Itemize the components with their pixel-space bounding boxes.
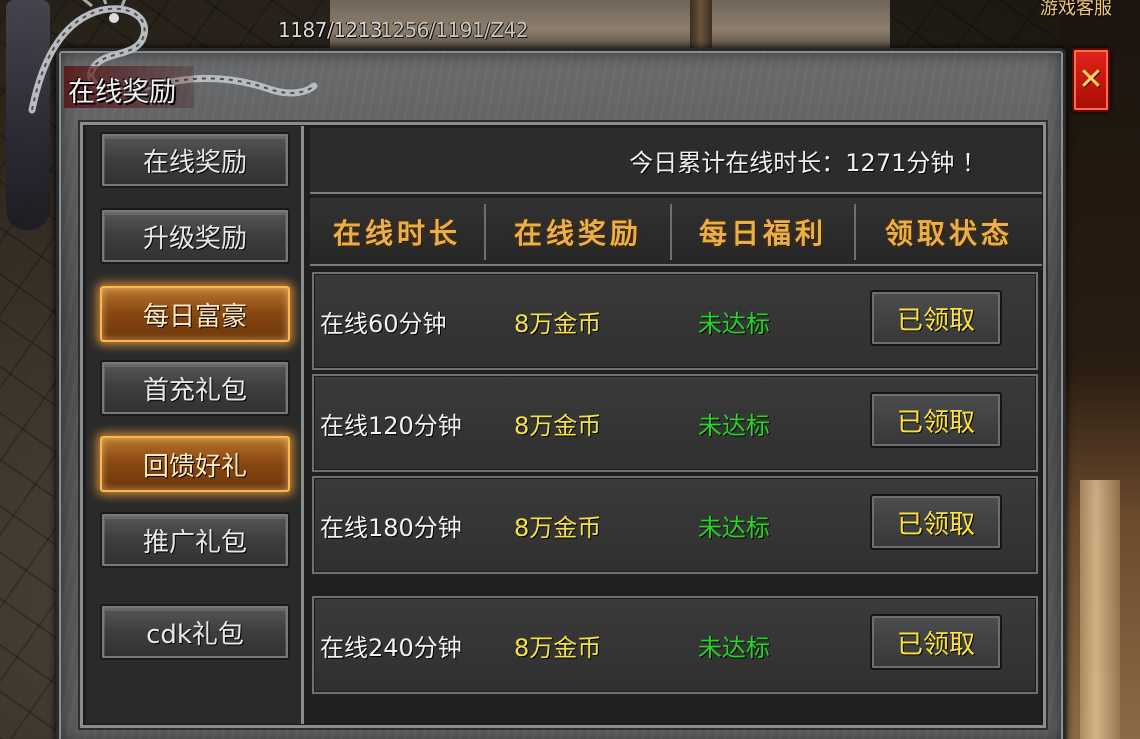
nav-first-recharge[interactable]: 首充礼包	[100, 360, 290, 416]
nav-feedback-gift[interactable]: 回馈好礼	[100, 436, 290, 492]
row-duration: 在线120分钟	[320, 411, 462, 440]
row-duration: 在线60分钟	[320, 309, 447, 338]
header-daily-welfare: 每日福利	[698, 217, 827, 250]
row-reward: 8万金币	[514, 513, 602, 542]
nav-label: 回馈好礼	[142, 451, 247, 482]
claim-button[interactable]: 已领取	[870, 392, 1002, 448]
nav-label: 在线奖励	[142, 147, 247, 178]
table-row: 在线120分钟 8万金币 未达标 已领取	[312, 374, 1038, 472]
row-reward: 8万金币	[514, 411, 602, 440]
header-online-reward: 在线奖励	[513, 217, 642, 250]
dialog-title: 在线奖励	[68, 77, 176, 108]
nav-label: 每日富豪	[142, 301, 247, 332]
close-button[interactable]: ✕	[1072, 48, 1110, 112]
row-reward: 8万金币	[514, 309, 602, 338]
row-duration: 在线180分钟	[320, 513, 462, 542]
row-status: 未达标	[698, 633, 770, 662]
row-reward: 8万金币	[514, 633, 602, 662]
nav-online-reward[interactable]: 在线奖励	[100, 132, 290, 188]
nav-levelup-reward[interactable]: 升级奖励	[100, 208, 290, 264]
coords-overlap-text: 1256/1191/Z42	[380, 18, 528, 42]
close-icon: ✕	[1078, 62, 1104, 97]
nav-label: 首充礼包	[142, 375, 247, 406]
table-row: 在线240分钟 8万金币 未达标 已领取	[312, 596, 1038, 694]
table-row: 在线180分钟 8万金币 未达标 已领取	[312, 476, 1038, 574]
summary-text: 今日累计在线时长：1271分钟 ！	[629, 148, 986, 177]
coords-text: 1187/1213	[278, 18, 383, 42]
row-status: 未达标	[698, 309, 770, 338]
nav-label: 升级奖励	[142, 223, 247, 254]
row-status: 未达标	[698, 411, 770, 440]
claim-button[interactable]: 已领取	[870, 494, 1002, 550]
header-online-duration: 在线时长	[332, 217, 461, 250]
table-row: 在线60分钟 8万金币 未达标 已领取	[312, 272, 1038, 370]
nav-label: 推广礼包	[142, 527, 247, 558]
online-duration-summary: 今日累计在线时长：1271分钟 ！	[310, 128, 1042, 194]
reward-table-header: 在线时长 在线奖励 每日福利 领取状态	[310, 198, 1042, 266]
nav-daily-rich[interactable]: 每日富豪	[100, 286, 290, 342]
claim-button[interactable]: 已领取	[870, 290, 1002, 346]
header-claim-status: 领取状态	[884, 217, 1013, 250]
character-sprite	[6, 0, 50, 230]
row-status: 未达标	[698, 513, 770, 542]
nav-label: cdk礼包	[146, 619, 244, 650]
nav-promotion-pack[interactable]: 推广礼包	[100, 512, 290, 568]
map-coordinates: 1187/1213 1256/1191/Z42	[278, 18, 528, 42]
claim-button[interactable]: 已领取	[870, 614, 1002, 670]
customer-service-link[interactable]: 游戏客服	[1040, 0, 1112, 20]
row-duration: 在线240分钟	[320, 633, 462, 662]
nav-cdk-pack[interactable]: cdk礼包	[100, 604, 290, 660]
